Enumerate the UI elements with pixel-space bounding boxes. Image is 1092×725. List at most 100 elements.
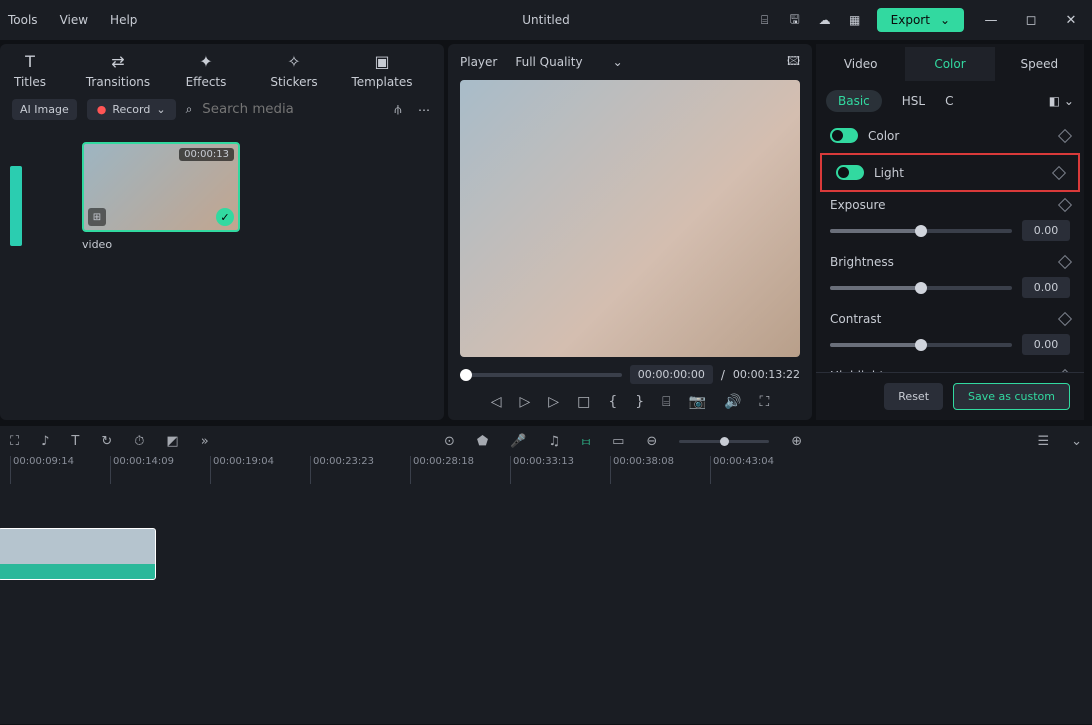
project-title: Untitled xyxy=(522,13,569,27)
qr-icon[interactable]: ▦ xyxy=(847,12,863,28)
check-icon: ✓ xyxy=(216,208,234,226)
section-light[interactable]: Light xyxy=(820,153,1080,192)
reset-button[interactable]: Reset xyxy=(884,383,943,410)
time-separator: / xyxy=(721,368,725,382)
keyframe-icon[interactable] xyxy=(1058,198,1072,212)
subtab-curves[interactable]: C xyxy=(945,94,953,108)
fullscreen-icon[interactable]: ⛶ xyxy=(759,394,769,410)
play-all-button[interactable]: ▷ xyxy=(548,394,559,410)
param-contrast: Contrast xyxy=(816,306,1084,363)
text-icon[interactable]: T xyxy=(71,434,79,449)
rotate-icon[interactable]: ↻ xyxy=(101,434,112,449)
media-panel: TTitles ⇄Transitions ✦Effects ✧Stickers … xyxy=(0,44,444,420)
param-brightness: Brightness xyxy=(816,249,1084,306)
subtab-basic[interactable]: Basic xyxy=(826,90,882,112)
zoom-slider[interactable] xyxy=(679,440,769,443)
effects-icon: ✦ xyxy=(199,52,212,71)
keyframe-icon[interactable] xyxy=(1052,165,1066,179)
brightness-value[interactable] xyxy=(1022,277,1070,298)
volume-icon[interactable]: 🔊 xyxy=(724,394,741,410)
track-view-icon[interactable]: ☰ xyxy=(1037,434,1049,449)
more-tools-icon[interactable]: » xyxy=(201,434,209,449)
keyframe-icon[interactable] xyxy=(1058,128,1072,142)
brightness-slider[interactable] xyxy=(830,286,1012,290)
ratio-icon[interactable]: ▭ xyxy=(612,434,624,449)
menu-tools[interactable]: Tools xyxy=(8,13,38,27)
camera-icon[interactable]: 📷 xyxy=(689,394,706,410)
param-highlight: Highlight xyxy=(816,363,1084,372)
timeline-ruler[interactable]: 00:00:09:1400:00:14:0900:00:19:0400:00:2… xyxy=(0,456,1092,488)
mic-icon[interactable]: 🎤 xyxy=(510,434,526,449)
player-label: Player xyxy=(460,55,497,69)
marker-list-icon[interactable]: ⊙ xyxy=(444,434,455,449)
minimize-button[interactable]: — xyxy=(978,13,1004,28)
layout-icon[interactable]: ⌸ xyxy=(757,12,773,28)
record-button[interactable]: ●Record⌄ xyxy=(87,99,176,120)
color-toggle[interactable] xyxy=(830,128,858,143)
ai-image-button[interactable]: AI Image xyxy=(12,99,77,120)
contrast-value[interactable] xyxy=(1022,334,1070,355)
compare-toggle[interactable]: ◧ ⌄ xyxy=(1049,94,1074,108)
contrast-slider[interactable] xyxy=(830,343,1012,347)
param-exposure: Exposure xyxy=(816,192,1084,249)
maximize-button[interactable]: ◻ xyxy=(1018,13,1044,28)
zoom-out-icon[interactable]: ⊖ xyxy=(646,434,657,449)
keyframe-icon[interactable] xyxy=(1058,255,1072,269)
keyframe-icon[interactable] xyxy=(1058,312,1072,326)
quality-dropdown[interactable]: Full Quality⌄ xyxy=(515,55,622,69)
light-toggle[interactable] xyxy=(836,165,864,180)
category-strip[interactable] xyxy=(10,166,22,246)
tab-titles[interactable]: TTitles xyxy=(0,52,60,89)
chevron-down-icon[interactable]: ⌄ xyxy=(1071,434,1082,449)
more-icon[interactable]: ⋯ xyxy=(416,102,432,118)
marker-icon[interactable]: ⬟ xyxy=(477,434,488,449)
section-color[interactable]: Color xyxy=(816,118,1084,153)
menu-help[interactable]: Help xyxy=(110,13,137,27)
tab-color[interactable]: Color xyxy=(905,47,994,81)
save-as-custom-button[interactable]: Save as custom xyxy=(953,383,1070,410)
prev-frame-button[interactable]: ◁ xyxy=(491,394,502,410)
total-time: 00:00:13:22 xyxy=(733,368,800,381)
export-button[interactable]: Export⌄ xyxy=(877,8,964,32)
inspector-panel: Video Color Speed Basic HSL C ◧ ⌄ Color … xyxy=(816,44,1084,420)
preview-viewport[interactable] xyxy=(460,80,800,357)
tab-stickers[interactable]: ✧Stickers xyxy=(264,52,324,89)
filter-icon[interactable]: ⫛ xyxy=(390,102,406,118)
color-grade-icon[interactable]: ◩ xyxy=(166,434,178,449)
mark-out-button[interactable]: } xyxy=(635,394,644,410)
tab-transitions[interactable]: ⇄Transitions xyxy=(88,52,148,89)
tab-templates[interactable]: ▣Templates xyxy=(352,52,412,89)
magnet-icon[interactable]: ⧦ xyxy=(582,434,590,449)
crop-icon[interactable]: ⛶ xyxy=(10,434,19,449)
clip-name: video xyxy=(82,238,240,251)
timeline-clip[interactable] xyxy=(0,528,156,580)
audio-edit-icon[interactable]: ♪ xyxy=(41,434,49,449)
chevron-down-icon: ⌄ xyxy=(613,55,623,69)
cloud-icon[interactable]: ☁ xyxy=(817,12,833,28)
search-icon: ⌕ xyxy=(186,102,193,117)
search-input[interactable] xyxy=(202,102,380,117)
mark-in-button[interactable]: { xyxy=(608,394,617,410)
stop-button[interactable]: □ xyxy=(577,394,590,410)
add-to-timeline-icon[interactable]: ⊞ xyxy=(88,208,106,226)
snapshot-icon[interactable]: 🖾 xyxy=(787,52,800,73)
music-icon[interactable]: ♫ xyxy=(548,434,560,449)
exposure-value[interactable] xyxy=(1022,220,1070,241)
exposure-slider[interactable] xyxy=(830,229,1012,233)
clip-duration: 00:00:13 xyxy=(179,148,234,161)
save-icon[interactable]: 🖫 xyxy=(787,12,803,28)
close-button[interactable]: ✕ xyxy=(1058,13,1084,28)
tab-video[interactable]: Video xyxy=(816,47,905,81)
tab-speed[interactable]: Speed xyxy=(995,47,1084,81)
media-clip[interactable]: 00:00:13 ⊞ ✓ video xyxy=(82,142,240,420)
play-button[interactable]: ▷ xyxy=(520,394,531,410)
stickers-icon: ✧ xyxy=(287,52,300,71)
tab-effects[interactable]: ✦Effects xyxy=(176,52,236,89)
display-icon[interactable]: ⌸ xyxy=(662,394,670,410)
templates-icon: ▣ xyxy=(374,52,389,71)
menu-view[interactable]: View xyxy=(60,13,88,27)
scrub-slider[interactable] xyxy=(460,373,622,377)
zoom-in-icon[interactable]: ⊕ xyxy=(791,434,802,449)
subtab-hsl[interactable]: HSL xyxy=(902,94,925,108)
speed-icon[interactable]: ⏱ xyxy=(134,434,144,449)
